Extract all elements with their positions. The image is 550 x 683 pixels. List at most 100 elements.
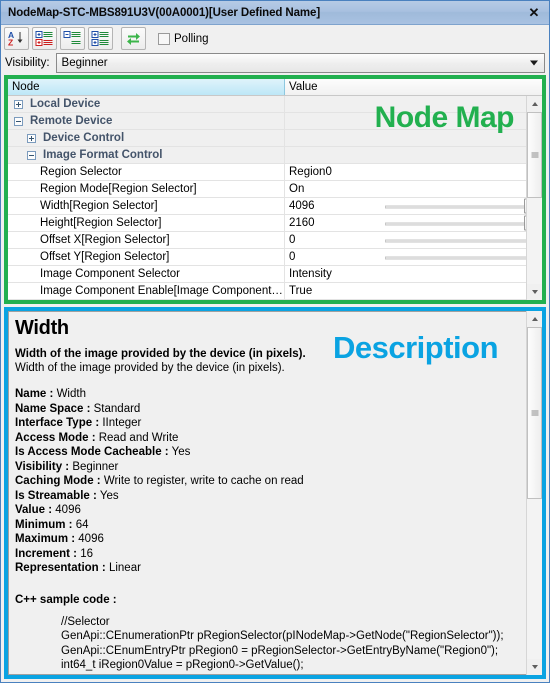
node-map-rows: Local Device Remote Device Device Control I… [8, 96, 526, 300]
node-label: Device Control [43, 132, 125, 144]
property-value: 4096 [78, 533, 104, 545]
value-cell[interactable] [285, 147, 526, 163]
table-row[interactable]: Remote Device [8, 113, 526, 130]
value-text: True [289, 285, 313, 297]
refresh-button[interactable] [121, 27, 146, 50]
column-header-value[interactable]: Value [285, 79, 542, 95]
scroll-trough[interactable] [527, 112, 542, 284]
table-row[interactable]: Height[Region Selector] 2160 [8, 215, 526, 232]
property-value: 16 [80, 547, 93, 560]
property-value: 4096 [55, 504, 81, 516]
window-title: NodeMap-STC-MBS891U3V(00A0001)[User Defi… [8, 6, 321, 19]
node-map-body: Local Device Remote Device Device Control I… [8, 96, 542, 300]
node-cell: Width[Region Selector] [8, 198, 285, 214]
title-bar: NodeMap-STC-MBS891U3V(00A0001)[User Defi… [1, 1, 549, 25]
value-cell[interactable]: True [285, 283, 526, 299]
property-value: Beginner [72, 460, 119, 473]
table-row[interactable]: Region Mode[Region Selector] On [8, 181, 526, 198]
property-key: Minimum : [15, 518, 73, 531]
node-cell: Local Device [8, 96, 285, 112]
value-slider[interactable] [385, 198, 526, 214]
table-row[interactable]: Image Component Selector Intensity [8, 266, 526, 283]
node-cell: Offset Y[Region Selector] [8, 249, 285, 265]
scroll-up-icon[interactable] [527, 311, 542, 327]
value-cell[interactable]: 4096 [285, 198, 526, 214]
expand-all-button[interactable] [32, 27, 57, 50]
code-sample-heading: C++ sample code : [15, 593, 117, 606]
toolbar: A Z Polling [1, 25, 549, 52]
value-slider[interactable] [385, 235, 526, 246]
value-text: 0 [289, 234, 296, 246]
expand-node-button[interactable] [88, 27, 113, 50]
property-value: Linear [108, 562, 141, 574]
polling-checkbox-box[interactable] [158, 32, 170, 45]
node-label: Height[Region Selector] [40, 217, 162, 229]
value-text: Region0 [289, 166, 332, 178]
description-scrollbar[interactable] [526, 311, 542, 675]
value-slider[interactable] [385, 252, 526, 263]
scroll-up-icon[interactable] [527, 96, 542, 112]
property-key: Caching Mode : [15, 475, 101, 487]
slider-track[interactable] [385, 239, 526, 243]
scroll-down-icon[interactable] [527, 284, 542, 300]
node-map-scrollbar[interactable] [526, 96, 542, 300]
description-long-text: Width of the image provided by the devic… [15, 362, 285, 374]
collapse-icon[interactable] [27, 150, 36, 160]
property-value: IInteger [102, 417, 142, 429]
property-line: Is Access Mode Cacheable : Yes [15, 445, 520, 460]
table-row[interactable]: Offset X[Region Selector] 0 [8, 232, 526, 249]
expand-icon[interactable] [27, 133, 36, 143]
nodemap-window: NodeMap-STC-MBS891U3V(00A0001)[User Defi… [0, 0, 550, 683]
description-short-text: Width of the image provided by the devic… [15, 348, 306, 360]
table-row[interactable]: Offset Y[Region Selector] 0 [8, 249, 526, 266]
scroll-grip-icon [531, 152, 538, 159]
slider-track[interactable] [385, 205, 526, 209]
value-cell[interactable]: 0 [285, 249, 526, 265]
sort-az-button[interactable]: A Z [4, 27, 29, 50]
property-value: 64 [75, 518, 89, 531]
value-cell[interactable]: Intensity [285, 266, 526, 282]
property-value: Yes [171, 446, 191, 458]
value-text: 4096 [289, 200, 315, 212]
table-row[interactable]: Width[Region Selector] 4096 [8, 198, 526, 215]
scroll-down-icon[interactable] [527, 659, 542, 675]
value-cell[interactable]: 2160 [285, 215, 526, 231]
code-sample-block: //Selector GenApi::CEnumerationPtr pRegio… [15, 615, 520, 673]
visibility-label: Visibility: [5, 56, 50, 69]
slider-track[interactable] [385, 256, 526, 260]
close-icon[interactable]: ✕ [521, 3, 547, 23]
value-cell[interactable]: Region0 [285, 164, 526, 180]
table-row[interactable]: Image Format Control [8, 147, 526, 164]
expand-icon[interactable] [14, 99, 23, 109]
table-row[interactable]: Image Component Enable[Image Component… T… [8, 283, 526, 300]
property-line: Minimum : 64 [15, 518, 520, 533]
node-cell: Height[Region Selector] [8, 215, 285, 231]
value-cell[interactable] [285, 113, 526, 129]
node-cell: Image Component Enable[Image Component… [8, 283, 285, 299]
table-row[interactable]: Device Control [8, 130, 526, 147]
property-value: Yes [99, 489, 119, 502]
table-row[interactable]: Local Device [8, 96, 526, 113]
scroll-thumb[interactable] [527, 327, 542, 499]
value-slider[interactable] [385, 215, 526, 231]
table-row[interactable]: Region Selector Region0 [8, 164, 526, 181]
scroll-trough[interactable] [527, 327, 542, 659]
property-key: Is Access Mode Cacheable : [15, 446, 169, 458]
value-cell[interactable] [285, 96, 526, 112]
node-map-header: Node Value [8, 79, 542, 96]
code-line: //Selector [61, 615, 110, 628]
description-properties: Name : Width Name Space : Standard Interfa… [15, 387, 520, 576]
value-cell[interactable]: On [285, 181, 526, 197]
value-cell[interactable]: 0 [285, 232, 526, 248]
slider-track[interactable] [385, 222, 526, 226]
collapse-icon[interactable] [14, 116, 23, 126]
polling-checkbox[interactable]: Polling [158, 32, 209, 45]
scroll-thumb[interactable] [527, 112, 542, 198]
property-key: Visibility : [15, 460, 70, 473]
node-map-panel: Node Value Local Device Remote Device Devi… [4, 75, 546, 304]
visibility-select[interactable]: Beginner [55, 52, 545, 73]
column-header-node[interactable]: Node [8, 79, 285, 95]
collapse-node-button[interactable] [60, 27, 85, 50]
node-label: Remote Device [30, 115, 113, 127]
value-cell[interactable] [285, 130, 526, 146]
